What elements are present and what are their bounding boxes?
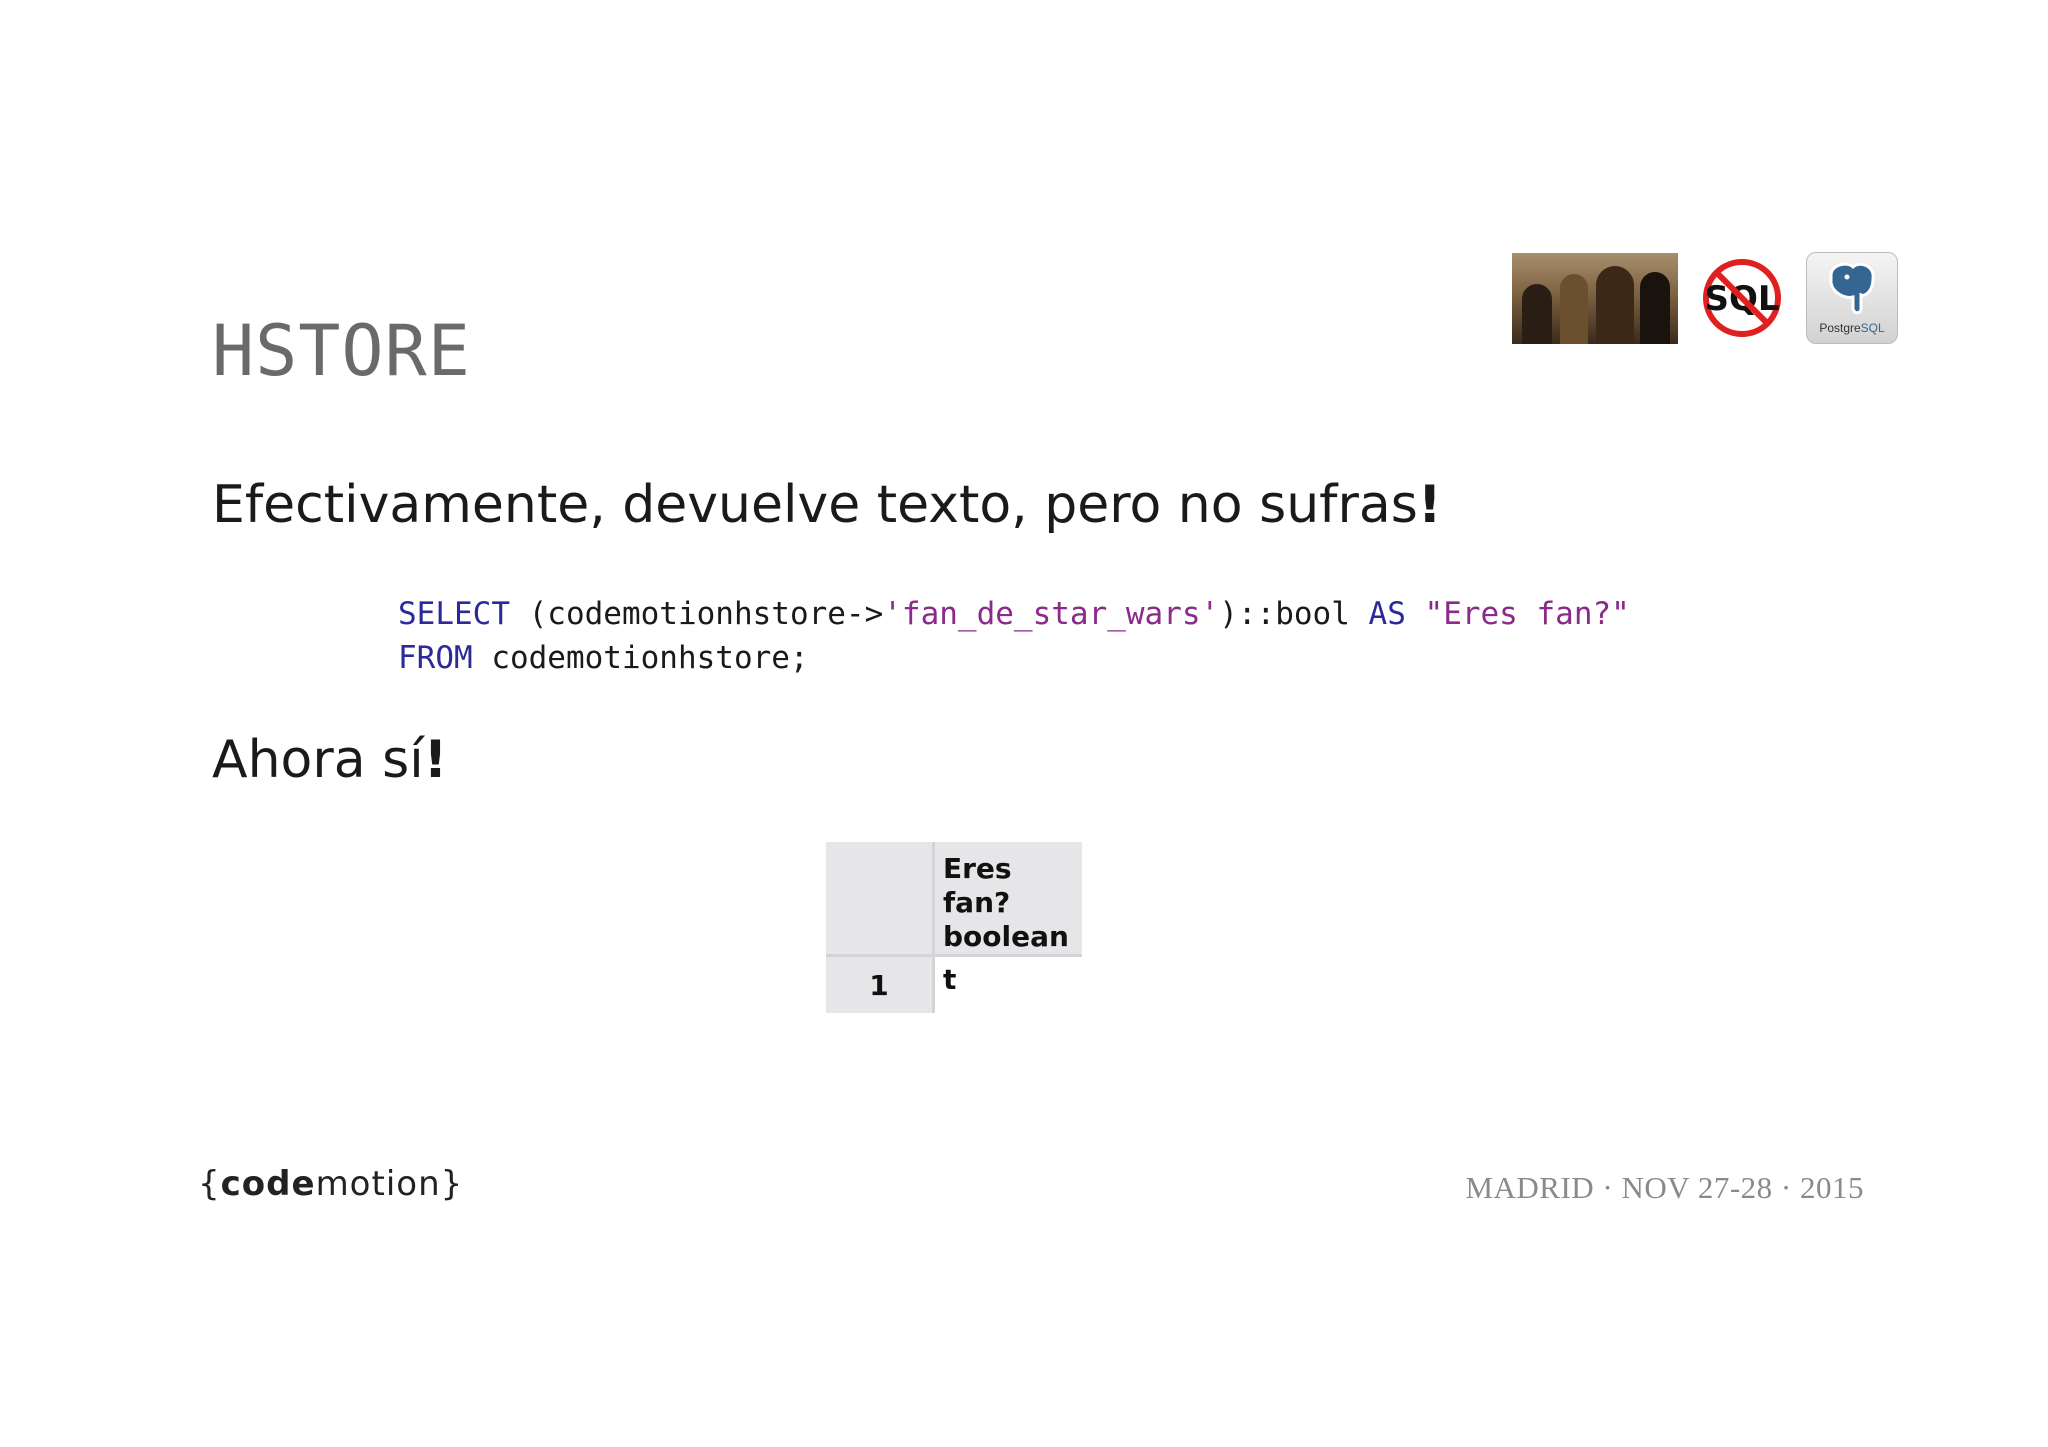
code-text: )::bool: [1219, 596, 1369, 632]
column-type: boolean: [943, 920, 1069, 953]
table-corner-cell: [826, 842, 935, 957]
body-line-1: Efectivamente, devuelve texto, pero no s…: [212, 475, 1442, 535]
body-line-1-exclamation: !: [1417, 475, 1442, 535]
nosql-icon: SQL: [1703, 259, 1781, 337]
row-number: 1: [826, 955, 935, 1013]
column-header[interactable]: Eres fan? boolean: [933, 842, 1082, 957]
footer-date: MADRID · NOV 27-28 · 2015: [1465, 1170, 1864, 1205]
slide-title: HSTORE: [212, 310, 471, 392]
code-text: (codemotionhstore->: [509, 596, 884, 632]
code-keyword-from: FROM: [398, 640, 473, 676]
code-text: codemotionhstore;: [472, 640, 809, 676]
body-line-2-text: Ahora sí: [212, 730, 424, 790]
code-keyword-as: AS: [1368, 596, 1406, 632]
column-name: Eres fan?: [943, 852, 1012, 919]
body-line-2-exclamation: !: [423, 730, 448, 790]
sql-code-block: SELECT (codemotionhstore->'fan_de_star_w…: [398, 592, 1630, 680]
code-keyword-select: SELECT: [398, 596, 510, 632]
star-wars-painting-image: [1512, 252, 1678, 344]
table-row: 1 t: [826, 955, 1082, 1013]
codemotion-logo: {codemotion}: [198, 1164, 464, 1204]
postgresql-icon: PostgreSQL: [1806, 252, 1898, 344]
row-value-cell[interactable]: t: [933, 955, 1082, 1013]
header-icons: SQL PostgreSQL: [1512, 252, 1898, 344]
query-result-table: Eres fan? boolean 1 t: [826, 842, 1082, 1013]
postgresql-label: PostgreSQL: [1819, 321, 1885, 335]
table-header-row: Eres fan? boolean: [826, 842, 1082, 957]
body-line-2: Ahora sí!: [212, 730, 447, 790]
code-string-alias: "Eres fan?": [1424, 596, 1630, 632]
body-line-1-text: Efectivamente, devuelve texto, pero no s…: [212, 475, 1418, 535]
code-string-key: 'fan_de_star_wars': [883, 596, 1220, 632]
